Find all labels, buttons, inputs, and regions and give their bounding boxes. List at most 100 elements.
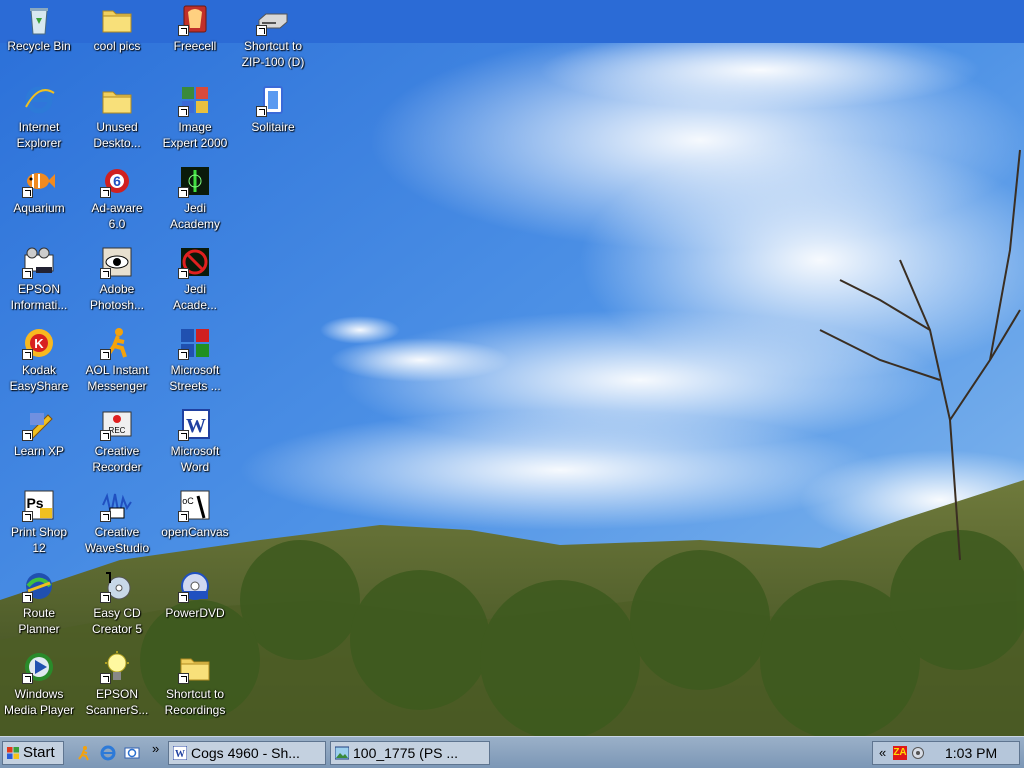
system-tray: « ZA 1:03 PM	[872, 741, 1020, 765]
rec-icon: REC	[100, 407, 134, 441]
desktop-icon-label: Microsoft Streets ...	[169, 363, 221, 393]
clock[interactable]: 1:03 PM	[945, 742, 997, 764]
shortcut-arrow-icon	[100, 592, 111, 603]
desktop-icon[interactable]: 6 Ad-aware 6.0	[78, 164, 156, 236]
desktop-icon[interactable]: Creative WaveStudio	[78, 488, 156, 560]
volume-icon[interactable]	[911, 746, 925, 760]
photoshop-eye-icon	[100, 245, 134, 279]
desktop-icon[interactable]: PowerDVD	[156, 569, 234, 641]
route-planner-icon	[22, 569, 56, 603]
word-icon: W	[178, 407, 212, 441]
jedi-academy-no-icon	[178, 245, 212, 279]
desktop-icon[interactable]: Microsoft Streets ...	[156, 326, 234, 398]
desktop-icon-label: Aquarium	[13, 201, 65, 215]
aim-running-man-icon[interactable]	[76, 745, 92, 761]
desktop-icon[interactable]: Recycle Bin	[0, 2, 78, 74]
desktop-icon[interactable]: Internet Explorer	[0, 83, 78, 155]
svg-text:W: W	[186, 415, 206, 437]
desktop-icon-label: Easy CD Creator 5	[91, 606, 143, 636]
shortcut-arrow-icon	[22, 268, 33, 279]
shortcut-arrow-icon	[178, 511, 189, 522]
desktop-icon-label: PowerDVD	[165, 606, 225, 620]
windows-flag-icon	[7, 747, 19, 759]
desktop-icon-label: Kodak EasyShare	[9, 363, 69, 393]
task-button-image[interactable]: 100_1775 (PS ...	[330, 741, 490, 765]
zonealarm-icon[interactable]: ZA	[893, 746, 907, 760]
desktop-icon-label: openCanvas	[161, 525, 229, 539]
start-button[interactable]: Start	[2, 741, 64, 765]
epson-info-icon	[22, 245, 56, 279]
desktop-icon[interactable]: REC Creative Recorder	[78, 407, 156, 479]
desktop-icon[interactable]: Aquarium	[0, 164, 78, 236]
shortcut-arrow-icon	[256, 25, 267, 36]
desktop-icon[interactable]: Solitaire	[234, 83, 312, 155]
desktop-icon[interactable]: EPSON Informati...	[0, 245, 78, 317]
wavestudio-icon	[100, 488, 134, 522]
svg-text:K: K	[34, 336, 44, 351]
freecell-icon	[178, 2, 212, 36]
shortcut-arrow-icon	[100, 349, 111, 360]
desktop-icon[interactable]: Windows Media Player	[0, 650, 78, 722]
svg-text:REC: REC	[109, 426, 126, 435]
desktop-icon[interactable]: Freecell	[156, 2, 234, 74]
desktop-icon[interactable]: Easy CD Creator 5	[78, 569, 156, 641]
desktop-icon[interactable]: Image Expert 2000	[156, 83, 234, 155]
desktop-icon[interactable]: K Kodak EasyShare	[0, 326, 78, 398]
desktop-icon-label: Creative WaveStudio	[84, 525, 150, 555]
opencanvas-icon: oC	[178, 488, 212, 522]
desktop-icon[interactable]: Shortcut to Recordings	[156, 650, 234, 722]
taskbar: Start » W Cogs 4960 - Sh... 100_1775 (PS…	[0, 736, 1024, 768]
shortcut-arrow-icon	[22, 430, 33, 441]
streets-icon	[178, 326, 212, 360]
image-viewer-icon	[335, 746, 349, 760]
kodak-icon: K	[22, 326, 56, 360]
desktop-icon-label: Shortcut to ZIP-100 (D)	[241, 39, 305, 69]
desktop-icon[interactable]: cool pics	[78, 2, 156, 74]
desktop-icon[interactable]: Shortcut to ZIP-100 (D)	[234, 2, 312, 74]
tray-expand-chevron[interactable]: «	[879, 745, 886, 760]
desktop-icon[interactable]: Route Planner	[0, 569, 78, 641]
shortcut-arrow-icon	[178, 187, 189, 198]
svg-text:W: W	[175, 749, 185, 760]
shortcut-arrow-icon	[178, 349, 189, 360]
word-icon: W	[173, 746, 187, 760]
desktop-icon[interactable]: Jedi Acade...	[156, 245, 234, 317]
desktop-icon-label: Creative Recorder	[92, 444, 142, 474]
image-expert-icon	[178, 83, 212, 117]
desktop-icon[interactable]: Ps Print Shop 12	[0, 488, 78, 560]
svg-text:oC: oC	[182, 496, 194, 506]
solitaire-icon	[256, 83, 290, 117]
desktop-icon-label: Jedi Academy	[169, 201, 221, 231]
svg-text:6: 6	[113, 173, 121, 189]
shortcut-arrow-icon	[22, 592, 33, 603]
desktop-icon[interactable]: Adobe Photosh...	[78, 245, 156, 317]
desktop-icon-label: cool pics	[93, 39, 141, 53]
desktop-icon-label: Jedi Acade...	[172, 282, 218, 312]
desktop-icon[interactable]: oC openCanvas	[156, 488, 234, 560]
shortcut-arrow-icon	[178, 430, 189, 441]
internet-explorer-icon[interactable]	[100, 745, 116, 761]
desktop-icon[interactable]: W Microsoft Word	[156, 407, 234, 479]
shortcut-arrow-icon	[100, 511, 111, 522]
desktop-icon[interactable]: AOL Instant Messenger	[78, 326, 156, 398]
desktop-icon-label: Internet Explorer	[16, 120, 62, 150]
media-player-icon	[22, 650, 56, 684]
folder-icon	[100, 2, 134, 36]
task-button-word[interactable]: W Cogs 4960 - Sh...	[168, 741, 326, 765]
desktop-icon-label: EPSON ScannerS...	[85, 687, 149, 717]
desktop-icon[interactable]: EPSON ScannerS...	[78, 650, 156, 722]
desktop-icon-label: Print Shop 12	[10, 525, 68, 555]
desktop-icon[interactable]: Jedi Academy	[156, 164, 234, 236]
desktop-icon[interactable]: Unused Deskto...	[78, 83, 156, 155]
folder-icon	[178, 650, 212, 684]
zip-drive-icon	[256, 2, 290, 36]
desktop-icon[interactable]: Learn XP	[0, 407, 78, 479]
outlook-express-icon[interactable]	[124, 745, 140, 761]
recycle-bin-icon	[22, 2, 56, 36]
quick-launch-chevron[interactable]: »	[152, 741, 159, 756]
desktop-icon-label: Route Planner	[18, 606, 60, 636]
folder-icon	[100, 83, 134, 117]
aim-running-man-icon	[100, 326, 134, 360]
fish-icon	[22, 164, 56, 198]
shortcut-arrow-icon	[100, 673, 111, 684]
